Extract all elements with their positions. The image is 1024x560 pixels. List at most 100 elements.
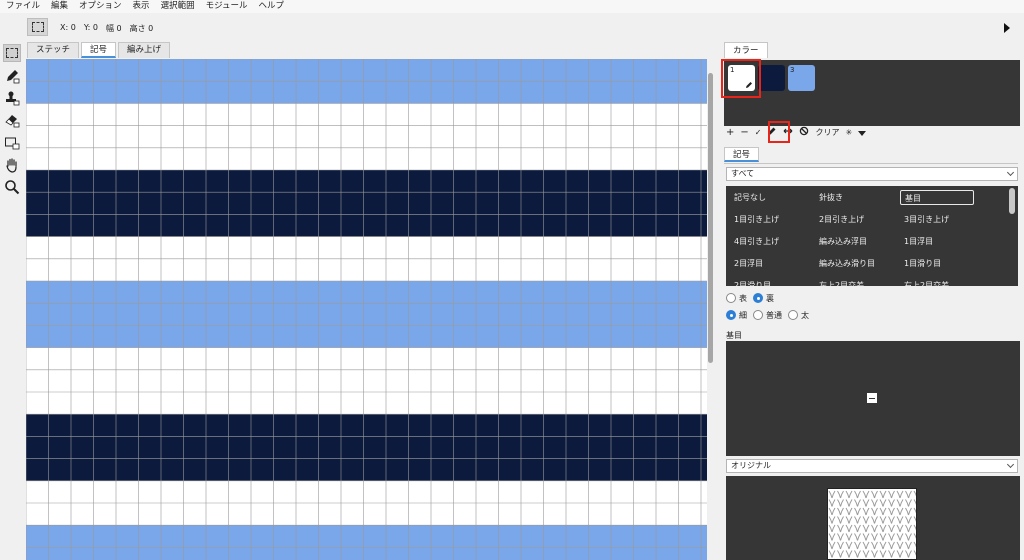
grid-row-20[interactable]: [26, 503, 708, 526]
grid-row-0[interactable]: [26, 59, 708, 82]
style-select[interactable]: オリジナル: [726, 459, 1018, 473]
tab-stitch[interactable]: ステッチ: [27, 42, 80, 58]
stitch-grid-canvas[interactable]: [26, 59, 708, 560]
symbol-list-scrollbar[interactable]: [1009, 188, 1015, 214]
knit-stitch: [871, 533, 878, 541]
menu-item-2[interactable]: オプション: [79, 0, 122, 13]
weight-label: 普通: [766, 310, 782, 320]
grid-row-9[interactable]: [26, 258, 708, 281]
check-color-button[interactable]: ✓: [755, 126, 762, 140]
knit-stitch: [862, 550, 870, 558]
star-button[interactable]: ✳: [845, 126, 852, 140]
grid-row-14[interactable]: [26, 369, 708, 392]
side-radio-0[interactable]: [726, 293, 736, 303]
copy-tool[interactable]: [3, 134, 21, 152]
zoom-tool[interactable]: [3, 178, 21, 196]
grid-row-16[interactable]: [26, 414, 708, 437]
color-swatch-3[interactable]: 3: [788, 65, 815, 91]
knit-stitch: [845, 550, 853, 558]
grid-row-18[interactable]: [26, 458, 708, 481]
grid-row-5[interactable]: [26, 170, 708, 193]
grid-row-15[interactable]: [26, 392, 708, 415]
add-color-button[interactable]: +: [726, 126, 734, 140]
knit-stitch: [913, 541, 916, 548]
knit-stitch: [888, 499, 895, 507]
knit-stitch: [913, 533, 916, 539]
tab-symbol[interactable]: 記号: [81, 42, 117, 58]
no-color-button[interactable]: [799, 126, 809, 141]
menu-item-1[interactable]: 編集: [51, 0, 68, 13]
symbol-item[interactable]: 編み込み浮目: [815, 234, 889, 249]
expand-arrow-icon[interactable]: [1004, 23, 1010, 33]
weight-radio-1[interactable]: [753, 310, 763, 320]
symbol-item[interactable]: 1目浮目: [900, 234, 974, 249]
menu-item-5[interactable]: モジュール: [206, 0, 248, 13]
symbol-item[interactable]: 左上2目交差: [815, 278, 889, 286]
grid-row-7[interactable]: [26, 214, 708, 237]
grid-row-3[interactable]: [26, 125, 708, 148]
menu-item-0[interactable]: ファイル: [6, 0, 40, 13]
symbol-item[interactable]: 針抜き: [815, 190, 889, 205]
stamp-tool[interactable]: [3, 89, 21, 107]
grid-row-17[interactable]: [26, 436, 708, 459]
remove-color-button[interactable]: −: [740, 126, 748, 140]
grid-row-4[interactable]: [26, 147, 708, 170]
symbol-item[interactable]: 1目引き上げ: [730, 212, 804, 227]
symbol-item[interactable]: 右上2目交差: [900, 278, 974, 286]
grid-row-10[interactable]: [26, 281, 708, 304]
menu-item-3[interactable]: 表示: [133, 0, 150, 13]
select-tool[interactable]: [3, 44, 21, 62]
grid-row-21[interactable]: [26, 525, 708, 548]
left-toolbar: [0, 41, 24, 560]
knit-stitch: [905, 499, 912, 507]
menu-item-6[interactable]: ヘルプ: [258, 0, 284, 13]
symbol-item[interactable]: 1目滑り目: [900, 256, 974, 271]
tab-symbol-panel[interactable]: 記号: [724, 147, 760, 162]
clear-button[interactable]: クリア: [815, 126, 839, 140]
grid-row-13[interactable]: [26, 347, 708, 370]
knit-stitch: [871, 550, 878, 558]
grid-row-2[interactable]: [26, 103, 708, 126]
hand-tool[interactable]: [3, 156, 21, 174]
side-radio-1[interactable]: [753, 293, 763, 303]
grid-row-6[interactable]: [26, 192, 708, 215]
symbol-item[interactable]: 2目滑り目: [730, 278, 804, 286]
grid-row-19[interactable]: [26, 480, 708, 503]
pencil-tool[interactable]: [3, 67, 21, 85]
tab-color[interactable]: カラー: [724, 42, 768, 58]
eraser-tool[interactable]: [3, 111, 21, 129]
grid-row-22[interactable]: [26, 547, 708, 560]
menu-item-4[interactable]: 選択範囲: [161, 0, 195, 13]
weight-radio-0[interactable]: [726, 310, 736, 320]
knit-stitch: [879, 533, 887, 541]
knit-stitch: [854, 490, 861, 499]
tab-knit[interactable]: 編み上げ: [118, 42, 171, 58]
color-swatch-2[interactable]: [758, 65, 785, 91]
symbol-item[interactable]: 基目: [900, 190, 974, 205]
stitch-grid[interactable]: [26, 59, 708, 560]
grid-vertical-scrollbar[interactable]: [707, 59, 715, 560]
grid-row-1[interactable]: [26, 81, 708, 104]
color-menu-dropdown[interactable]: [858, 130, 867, 136]
symbol-item[interactable]: 記号なし: [730, 190, 804, 205]
knit-stitch: [862, 507, 870, 516]
grid-row-8[interactable]: [26, 236, 708, 259]
symbol-item[interactable]: 2目引き上げ: [815, 212, 889, 227]
swatch-label: 3: [790, 66, 795, 74]
symbol-item[interactable]: 編み込み滑り目: [815, 256, 889, 271]
weight-radio-2[interactable]: [788, 310, 798, 320]
knit-stitch: [837, 533, 844, 541]
scrollbar-thumb[interactable]: [708, 73, 713, 363]
grid-row-12[interactable]: [26, 325, 708, 348]
knit-stitch: [896, 507, 904, 516]
knit-texture: [828, 490, 916, 559]
knit-stitch: [888, 490, 895, 499]
grid-row-11[interactable]: [26, 303, 708, 326]
knit-stitch: [845, 499, 853, 507]
editor-tabs: ステッチ 記号 編み上げ: [27, 42, 172, 58]
symbol-item[interactable]: 4目引き上げ: [730, 234, 804, 249]
symbol-filter-select[interactable]: すべて: [726, 167, 1018, 181]
symbol-item[interactable]: 3目引き上げ: [900, 212, 974, 227]
symbol-item[interactable]: 2目浮目: [730, 256, 804, 271]
rect-select-button[interactable]: [27, 18, 48, 36]
